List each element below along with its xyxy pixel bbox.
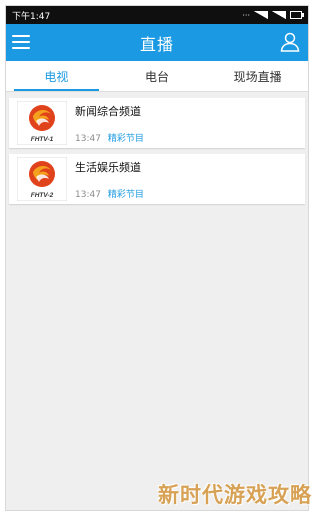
channel-time: 13:47 <box>75 133 101 144</box>
channel-info: 新闻综合频道 13:47 精彩节目 <box>75 101 144 145</box>
page-title: 直播 <box>139 34 174 54</box>
tab-label: 现场直播 <box>233 69 282 84</box>
channel-time: 13:47 <box>75 189 101 200</box>
menu-icon <box>12 47 30 49</box>
channel-item[interactable]: FHTV-2 生活娱乐频道 13:47 精彩节目 <box>9 154 305 204</box>
menu-button[interactable] <box>12 32 30 52</box>
channel-meta: 13:47 精彩节目 <box>75 187 144 200</box>
app-bar: 直播 <box>6 24 308 61</box>
tab-radio[interactable]: 电台 <box>107 61 208 91</box>
menu-icon <box>12 35 30 37</box>
alarm-icon: ··· <box>242 10 250 20</box>
channel-name: 生活娱乐频道 <box>75 160 141 174</box>
battery-icon <box>290 11 304 19</box>
channel-logo: FHTV-1 <box>17 101 67 145</box>
channel-program: 精彩节目 <box>107 189 144 200</box>
channel-name: 新闻综合频道 <box>75 104 141 118</box>
channel-info: 生活娱乐频道 13:47 精彩节目 <box>75 157 144 201</box>
signal-icon <box>254 11 268 19</box>
channel-meta: 13:47 精彩节目 <box>75 131 144 144</box>
user-icon[interactable] <box>278 30 302 54</box>
channel-item[interactable]: FHTV-1 新闻综合频道 13:47 精彩节目 <box>9 98 305 148</box>
phone-screen: 下午1:47 ··· 直播 电视 电台 现场直播 FHTV-1 新闻综合频道 1… <box>5 5 309 511</box>
menu-icon <box>12 41 30 43</box>
tab-bar: 电视 电台 现场直播 <box>6 61 308 92</box>
status-bar: 下午1:47 ··· <box>6 6 308 24</box>
tab-label: 电台 <box>145 69 170 84</box>
channel-logo: FHTV-2 <box>17 157 67 201</box>
logo-caption: FHTV-2 <box>31 192 54 199</box>
status-time: 下午1:47 <box>12 11 51 22</box>
tab-label: 电视 <box>44 69 69 84</box>
tab-tv[interactable]: 电视 <box>6 61 107 91</box>
status-icons: ··· <box>242 10 304 20</box>
watermark-text: 新时代游戏攻略 <box>158 483 312 507</box>
channel-program: 精彩节目 <box>107 133 144 144</box>
signal-icon <box>272 11 286 19</box>
logo-caption: FHTV-1 <box>31 136 54 143</box>
channel-list: FHTV-1 新闻综合频道 13:47 精彩节目 FHTV-2 生活娱乐频道 1… <box>6 92 308 204</box>
tab-live[interactable]: 现场直播 <box>207 61 308 91</box>
